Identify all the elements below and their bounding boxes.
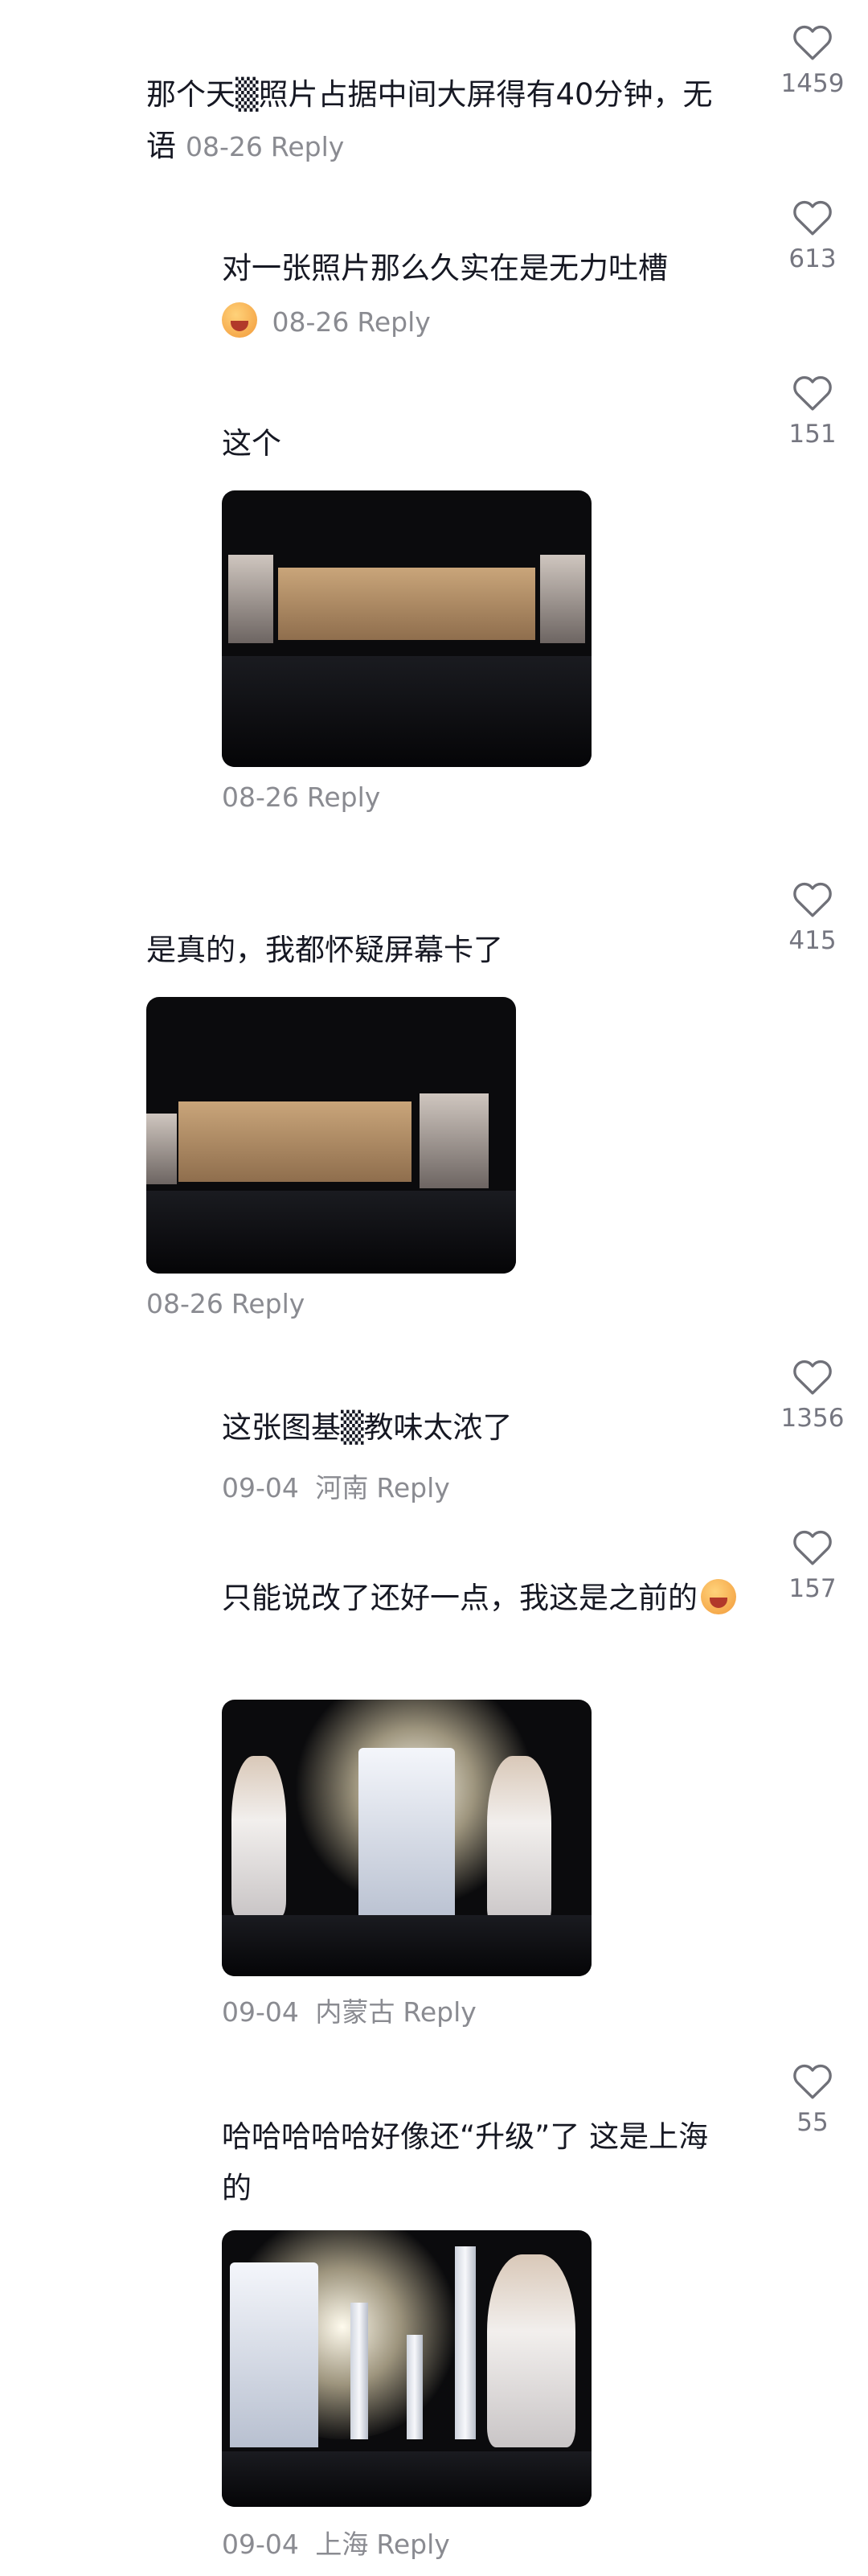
- heart-icon: [793, 25, 832, 60]
- like-button[interactable]: 613: [768, 199, 857, 273]
- crying-face-icon: [701, 1579, 736, 1614]
- comment-text: 哈哈哈哈哈好像还“升级”了 这是上海的: [222, 2119, 709, 2205]
- heart-icon: [793, 1360, 832, 1395]
- performer-right: [487, 1756, 551, 1925]
- comment-date: 08-26: [272, 306, 350, 338]
- like-count: 55: [796, 2108, 829, 2137]
- pillar: [407, 2335, 423, 2439]
- stage-screen: [178, 1101, 411, 1182]
- comment-text: 只能说改了还好一点，我这是之前的: [222, 1573, 736, 1624]
- comment-date: 08-26: [222, 781, 299, 813]
- comment-location: 内蒙古: [315, 1996, 395, 2028]
- side-screen-right: [420, 1093, 489, 1188]
- comment-image[interactable]: [222, 2230, 592, 2507]
- like-count: 415: [788, 926, 837, 955]
- like-button[interactable]: 1459: [768, 24, 857, 98]
- side-screen-left: [146, 1114, 177, 1184]
- comment-date: 08-26: [146, 1288, 223, 1319]
- reply-button[interactable]: Reply: [376, 1472, 449, 1503]
- heart-icon: [793, 2064, 832, 2099]
- like-button[interactable]: 151: [768, 375, 857, 449]
- like-count: 1459: [780, 69, 845, 98]
- like-count: 1356: [780, 1404, 845, 1433]
- like-button[interactable]: 415: [768, 881, 857, 955]
- reply-button[interactable]: Reply: [376, 2529, 449, 2560]
- heart-icon: [793, 200, 832, 236]
- stage-screen: [278, 568, 535, 640]
- comment-image[interactable]: [222, 1700, 592, 1976]
- performer-left: [231, 1756, 286, 1917]
- comment-date: 08-26: [186, 131, 263, 162]
- like-button[interactable]: 55: [768, 2063, 857, 2137]
- comment-text: 这张图基▒教味太浓了: [222, 1410, 513, 1445]
- performer: [487, 2254, 575, 2447]
- like-button[interactable]: 1356: [768, 1359, 857, 1433]
- heart-icon: [793, 882, 832, 917]
- comment-text: 这个: [222, 426, 281, 461]
- comment-image[interactable]: [146, 997, 516, 1274]
- stage-floor: [222, 1915, 592, 1976]
- arena-floor: [222, 656, 592, 767]
- comment-image[interactable]: [222, 490, 592, 767]
- pillar: [350, 2303, 368, 2439]
- comment-location: 河南: [315, 1472, 369, 1503]
- throne: [358, 1748, 455, 1925]
- reply-button[interactable]: Reply: [231, 1288, 305, 1319]
- side-screen-right: [540, 555, 585, 643]
- like-count: 157: [788, 1574, 837, 1603]
- arena-floor: [146, 1190, 516, 1274]
- stage-floor: [222, 2451, 592, 2507]
- comment-text: 那个天▒照片占据中间大屏得有40分钟，无语 08-26 Reply: [146, 69, 725, 173]
- comment-text: 对一张照片那么久实在是无力吐槽: [222, 251, 668, 285]
- reply-button[interactable]: Reply: [271, 131, 344, 162]
- like-count: 613: [788, 244, 837, 273]
- like-count: 151: [788, 420, 837, 449]
- heart-icon: [793, 1530, 832, 1565]
- crying-face-icon: [222, 302, 257, 338]
- like-button[interactable]: 157: [768, 1529, 857, 1603]
- throne: [230, 2262, 318, 2447]
- reply-button[interactable]: Reply: [357, 306, 430, 338]
- side-screen-left: [228, 555, 273, 643]
- comment-text-content: 只能说改了还好一点，我这是之前的: [222, 1581, 698, 1615]
- comment-location: 上海: [315, 2529, 369, 2560]
- heart-icon: [793, 375, 832, 411]
- reply-button[interactable]: Reply: [307, 781, 380, 813]
- reply-button[interactable]: Reply: [403, 1996, 476, 2028]
- comment-date: 09-04: [222, 1472, 299, 1503]
- comment-date: 09-04: [222, 1996, 299, 2028]
- comment-date: 09-04: [222, 2529, 299, 2560]
- pillar: [455, 2246, 476, 2439]
- comment-text: 是真的，我都怀疑屏幕卡了: [146, 933, 503, 967]
